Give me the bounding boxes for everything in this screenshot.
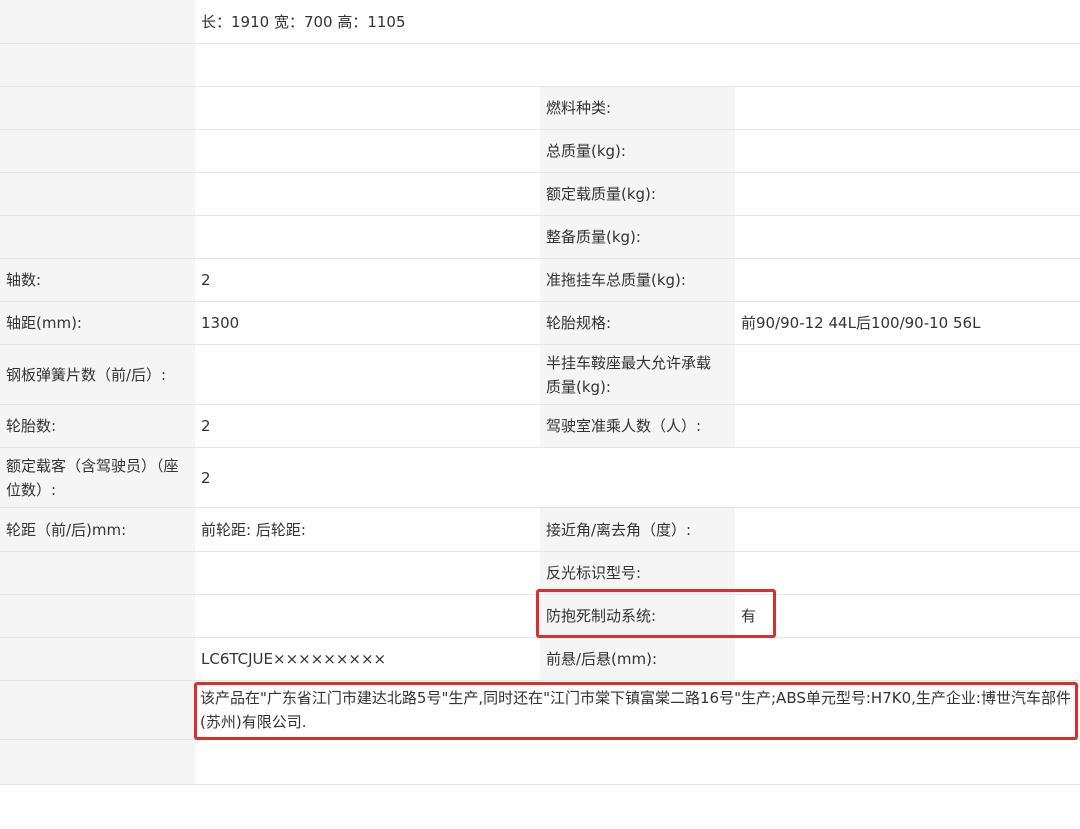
table-row <box>0 44 1080 87</box>
rated-load-label: 额定载质量(kg): <box>540 173 735 215</box>
overhang-label: 前悬/后悬(mm): <box>540 638 735 680</box>
table-row: 轮距（前/后)mm: 前轮距: 后轮距: 接近角/离去角（度）: <box>0 508 1080 552</box>
table-row: 额定载质量(kg): <box>0 173 1080 216</box>
axle-count-label: 轴数: <box>0 259 195 301</box>
abs-label: 防抱死制动系统: <box>540 595 735 637</box>
value-cell <box>195 595 540 637</box>
cab-seats-label: 驾驶室准乘人数（人）: <box>540 405 735 447</box>
approach-angle-label: 接近角/离去角（度）: <box>540 508 735 551</box>
label-cell <box>0 595 195 637</box>
leaf-spring-value <box>195 345 540 404</box>
label-cell <box>0 87 195 129</box>
curb-mass-label: 整备质量(kg): <box>540 216 735 258</box>
track-width-label: 轮距（前/后)mm: <box>0 508 195 551</box>
table-row: LC6TCJUE××××××××× 前悬/后悬(mm): <box>0 638 1080 681</box>
value-cell <box>195 552 540 594</box>
curb-mass-value <box>735 216 1080 258</box>
table-row <box>0 740 1080 785</box>
fuel-type-value <box>735 87 1080 129</box>
table-row: 防抱死制动系统: 有 <box>0 595 1080 638</box>
total-mass-label: 总质量(kg): <box>540 130 735 172</box>
reflective-marking-label: 反光标识型号: <box>540 552 735 594</box>
label-cell <box>0 130 195 172</box>
spec-table: 长：1910 宽：700 高：1105 燃料种类: 总质量(kg): 额定载质量… <box>0 0 1080 785</box>
table-row: 反光标识型号: <box>0 552 1080 595</box>
wheelbase-value: 1300 <box>195 302 540 344</box>
saddle-load-value <box>735 345 1080 404</box>
table-row: 钢板弹簧片数（前/后）: 半挂车鞍座最大允许承载质量(kg): <box>0 345 1080 405</box>
value-cell <box>195 87 540 129</box>
value-cell <box>195 216 540 258</box>
reflective-marking-value <box>735 552 1080 594</box>
rated-load-value <box>735 173 1080 215</box>
tire-spec-value: 前90/90-12 44L后100/90-10 56L <box>735 302 1080 344</box>
table-row: 长：1910 宽：700 高：1105 <box>0 0 1080 44</box>
leaf-spring-label: 钢板弹簧片数（前/后）: <box>0 345 195 404</box>
label-cell <box>0 681 195 739</box>
tire-spec-label: 轮胎规格: <box>540 302 735 344</box>
label-cell <box>0 740 195 784</box>
label-cell <box>0 44 195 86</box>
fuel-type-label: 燃料种类: <box>540 87 735 129</box>
trailer-mass-value <box>735 259 1080 301</box>
table-row: 总质量(kg): <box>0 130 1080 173</box>
overhang-value <box>735 638 1080 680</box>
track-width-value: 前轮距: 后轮距: <box>195 508 540 551</box>
saddle-load-label: 半挂车鞍座最大允许承载质量(kg): <box>540 345 735 404</box>
remarks-text: 该产品在"广东省江门市建达北路5号"生产,同时还在"江门市棠下镇富棠二路16号"… <box>200 689 1071 731</box>
wheelbase-label: 轴距(mm): <box>0 302 195 344</box>
label-cell <box>0 638 195 680</box>
label-cell <box>0 173 195 215</box>
label-cell <box>0 216 195 258</box>
value-cell <box>195 740 1080 784</box>
total-mass-value <box>735 130 1080 172</box>
value-cell <box>195 44 1080 86</box>
dimensions-value: 长：1910 宽：700 高：1105 <box>195 0 1080 43</box>
table-row: 燃料种类: <box>0 87 1080 130</box>
table-row: 额定载客（含驾驶员）（座位数）: 2 <box>0 448 1080 508</box>
value-cell <box>195 173 540 215</box>
axle-count-value: 2 <box>195 259 540 301</box>
table-row: 轴数: 2 准拖挂车总质量(kg): <box>0 259 1080 302</box>
abs-value: 有 <box>735 595 1080 637</box>
label-cell <box>0 0 195 43</box>
table-row: 轴距(mm): 1300 轮胎规格: 前90/90-12 44L后100/90-… <box>0 302 1080 345</box>
rated-passengers-value: 2 <box>195 448 1080 507</box>
tire-count-label: 轮胎数: <box>0 405 195 447</box>
label-cell <box>0 552 195 594</box>
value-cell <box>195 130 540 172</box>
vin-value: LC6TCJUE××××××××× <box>195 638 540 680</box>
trailer-mass-label: 准拖挂车总质量(kg): <box>540 259 735 301</box>
approach-angle-value <box>735 508 1080 551</box>
cab-seats-value <box>735 405 1080 447</box>
table-row: 轮胎数: 2 驾驶室准乘人数（人）: <box>0 405 1080 448</box>
tire-count-value: 2 <box>195 405 540 447</box>
rated-passengers-label: 额定载客（含驾驶员）（座位数）: <box>0 448 195 507</box>
table-row: 整备质量(kg): <box>0 216 1080 259</box>
